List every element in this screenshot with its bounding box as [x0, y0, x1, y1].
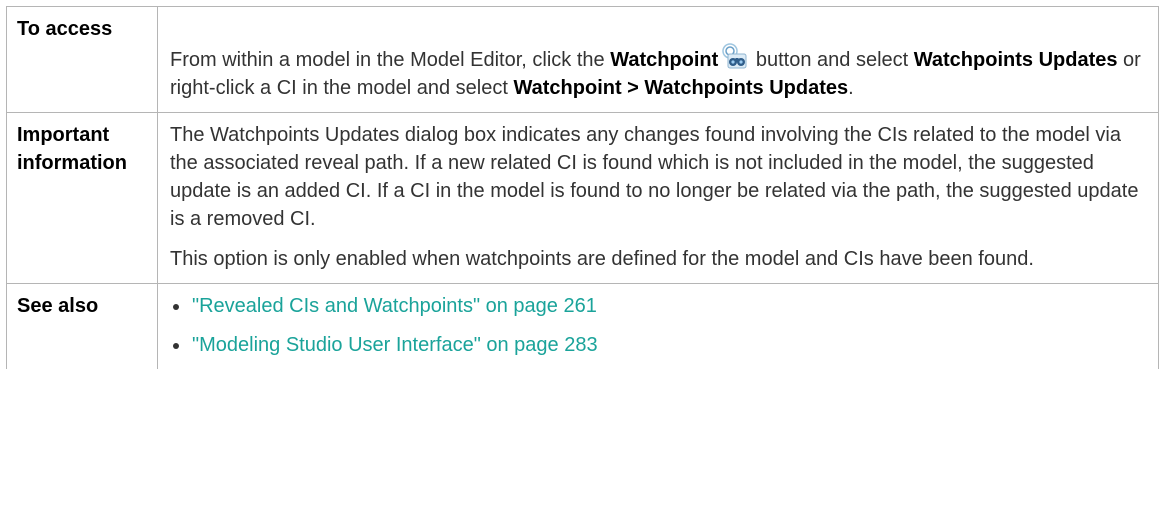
- see-also-list: "Revealed CIs and Watchpoints" on page 2…: [170, 292, 1150, 359]
- to-access-label: To access: [6, 6, 158, 113]
- revealed-cis-link[interactable]: "Revealed CIs and Watchpoints" on page 2…: [192, 295, 597, 317]
- list-item: "Modeling Studio User Interface" on page…: [170, 331, 1150, 359]
- see-also-label: See also: [6, 283, 158, 369]
- watchpoint-binoculars-icon: [722, 43, 748, 69]
- watchpoint-menu-path: Watchpoint > Watchpoints Updates: [513, 77, 849, 99]
- important-info-label: Important information: [6, 112, 158, 284]
- to-access-row: To access From within a model in the Mod…: [6, 6, 1159, 113]
- text-segment: From within a model in the Model Editor,…: [170, 49, 611, 71]
- modeling-studio-ui-link[interactable]: "Modeling Studio User Interface" on page…: [192, 334, 598, 356]
- important-info-content: The Watchpoints Updates dialog box indic…: [157, 112, 1159, 284]
- list-item: "Revealed CIs and Watchpoints" on page 2…: [170, 292, 1150, 320]
- see-also-row: See also "Revealed CIs and Watchpoints" …: [6, 283, 1159, 369]
- see-also-content: "Revealed CIs and Watchpoints" on page 2…: [157, 283, 1159, 369]
- important-info-row: Important information The Watchpoints Up…: [6, 112, 1159, 284]
- important-info-paragraph: This option is only enabled when watchpo…: [170, 248, 1034, 270]
- text-segment: button and select: [750, 49, 914, 71]
- to-access-content: From within a model in the Model Editor,…: [157, 6, 1159, 113]
- watchpoints-updates-term: Watchpoints Updates: [913, 49, 1118, 71]
- watchpoint-term: Watchpoint: [610, 49, 719, 71]
- important-info-paragraph: The Watchpoints Updates dialog box indic…: [170, 124, 1139, 230]
- text-segment: .: [848, 77, 854, 99]
- to-access-text: From within a model in the Model Editor,…: [170, 43, 1150, 102]
- info-table: To access From within a model in the Mod…: [6, 6, 1159, 369]
